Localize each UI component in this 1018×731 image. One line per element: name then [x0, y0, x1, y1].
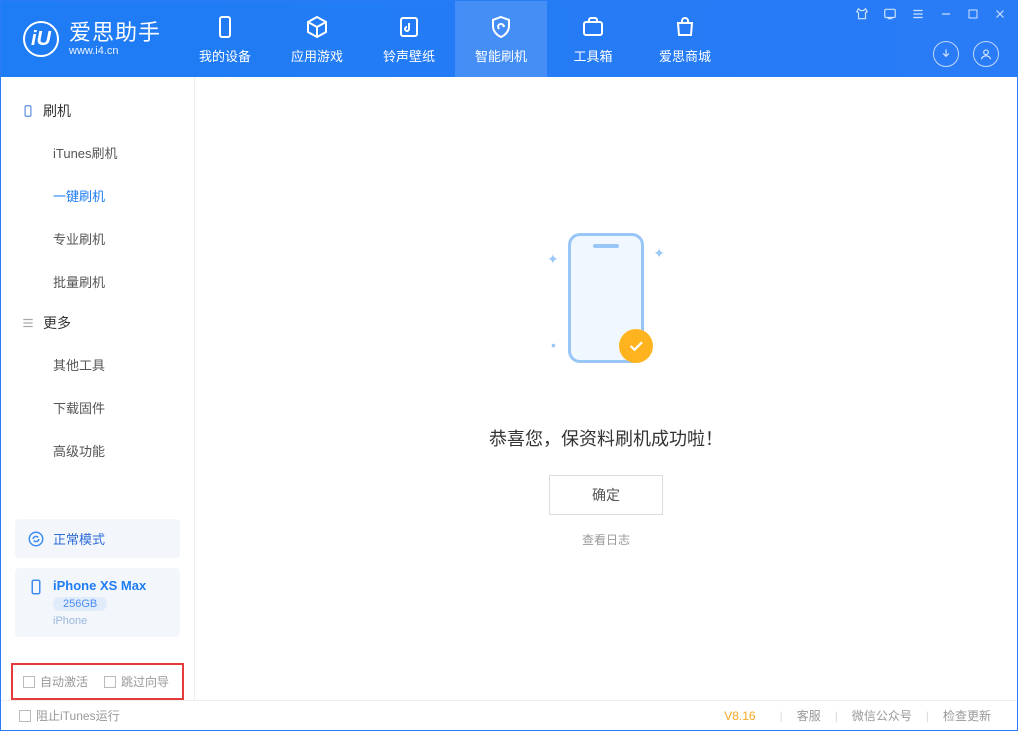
mode-card[interactable]: 正常模式 [15, 519, 180, 558]
skin-icon[interactable] [855, 7, 869, 21]
user-icon[interactable] [973, 41, 999, 67]
checkbox-icon [23, 676, 35, 688]
checkbox-auto-activate[interactable]: 自动激活 [23, 673, 88, 690]
footer-link-wechat[interactable]: 微信公众号 [844, 707, 920, 724]
device-block: 正常模式 iPhone XS Max 256GB iPhone [1, 519, 194, 657]
tab-label: 爱思商城 [659, 46, 711, 65]
logo-icon: iU [23, 21, 59, 57]
phone-icon [27, 578, 45, 596]
main-content: ✦ ✦ • 恭喜您，保资料刷机成功啦！ 确定 查看日志 [195, 77, 1017, 700]
sparkle-icon: • [551, 337, 556, 353]
list-icon [21, 316, 35, 330]
briefcase-icon [580, 14, 606, 40]
download-icon[interactable] [933, 41, 959, 67]
highlighted-checkbox-row: 自动激活 跳过向导 [11, 663, 184, 700]
app-url: www.i4.cn [69, 45, 161, 57]
sidebar-item-other-tools[interactable]: 其他工具 [1, 343, 194, 386]
music-note-icon [396, 14, 422, 40]
tab-my-device[interactable]: 我的设备 [179, 1, 271, 77]
tab-label: 应用游戏 [291, 46, 343, 65]
tab-toolbox[interactable]: 工具箱 [547, 1, 639, 77]
sidebar-section-label: 刷机 [43, 101, 71, 121]
mode-label: 正常模式 [53, 529, 105, 548]
minimize-icon[interactable] [939, 7, 953, 21]
footer-link-update[interactable]: 检查更新 [935, 707, 999, 724]
cube-icon [304, 14, 330, 40]
ok-button[interactable]: 确定 [549, 475, 663, 515]
device-info: iPhone XS Max 256GB iPhone [53, 578, 146, 627]
sidebar-item-itunes-flash[interactable]: iTunes刷机 [1, 131, 194, 174]
device-card[interactable]: iPhone XS Max 256GB iPhone [15, 568, 180, 637]
sidebar-item-onekey-flash[interactable]: 一键刷机 [1, 174, 194, 217]
tab-label: 我的设备 [199, 46, 251, 65]
sidebar-section-flash: 刷机 [1, 91, 194, 131]
tab-apps-games[interactable]: 应用游戏 [271, 1, 363, 77]
device-capacity: 256GB [53, 597, 107, 611]
sidebar-item-pro-flash[interactable]: 专业刷机 [1, 217, 194, 260]
success-illustration: ✦ ✦ • [541, 229, 671, 389]
view-log-link[interactable]: 查看日志 [582, 531, 630, 548]
tab-store[interactable]: 爱思商城 [639, 1, 731, 77]
checkbox-label: 自动激活 [40, 673, 88, 690]
close-icon[interactable] [993, 7, 1007, 21]
menu-icon[interactable] [911, 7, 925, 21]
feedback-icon[interactable] [883, 7, 897, 21]
phone-icon [212, 14, 238, 40]
checkbox-icon [19, 710, 31, 722]
footer: 阻止iTunes运行 V8.16 | 客服 | 微信公众号 | 检查更新 [1, 700, 1017, 730]
success-message: 恭喜您，保资料刷机成功啦！ [489, 425, 723, 451]
phone-outline-icon [21, 104, 35, 118]
sidebar-item-advanced[interactable]: 高级功能 [1, 429, 194, 472]
tab-smart-flash[interactable]: 智能刷机 [455, 1, 547, 77]
header-action-icons [933, 41, 999, 67]
checkmark-badge-icon [619, 329, 653, 363]
sidebar-item-download-firmware[interactable]: 下载固件 [1, 386, 194, 429]
checkbox-label: 阻止iTunes运行 [36, 707, 120, 724]
tab-label: 工具箱 [574, 46, 613, 65]
device-type: iPhone [53, 615, 146, 627]
checkbox-stop-itunes[interactable]: 阻止iTunes运行 [19, 707, 120, 724]
main-tabs: 我的设备 应用游戏 铃声壁纸 智能刷机 工具箱 爱思商城 [179, 1, 731, 77]
sparkle-icon: ✦ [653, 245, 665, 262]
refresh-circle-icon [27, 530, 45, 548]
shield-refresh-icon [488, 14, 514, 40]
window-controls [855, 7, 1007, 21]
app-title: 爱思助手 [69, 21, 161, 45]
tab-label: 智能刷机 [475, 46, 527, 65]
app-header: iU 爱思助手 www.i4.cn 我的设备 应用游戏 铃声壁纸 智能刷机 工具… [1, 1, 1017, 77]
sidebar-section-more: 更多 [1, 303, 194, 343]
checkbox-skip-guide[interactable]: 跳过向导 [104, 673, 169, 690]
device-name: iPhone XS Max [53, 578, 146, 593]
sidebar: 刷机 iTunes刷机 一键刷机 专业刷机 批量刷机 更多 其他工具 下载固件 … [1, 77, 195, 700]
logo-text: 爱思助手 www.i4.cn [69, 21, 161, 57]
sparkle-icon: ✦ [547, 251, 559, 268]
checkbox-icon [104, 676, 116, 688]
tab-label: 铃声壁纸 [383, 46, 435, 65]
sidebar-item-batch-flash[interactable]: 批量刷机 [1, 260, 194, 303]
sidebar-section-label: 更多 [43, 313, 71, 333]
logo-area: iU 爱思助手 www.i4.cn [1, 21, 179, 57]
shopping-bag-icon [672, 14, 698, 40]
tab-ringtone-wallpaper[interactable]: 铃声壁纸 [363, 1, 455, 77]
footer-link-support[interactable]: 客服 [789, 707, 829, 724]
maximize-icon[interactable] [967, 8, 979, 20]
checkbox-label: 跳过向导 [121, 673, 169, 690]
version-label: V8.16 [724, 709, 755, 723]
